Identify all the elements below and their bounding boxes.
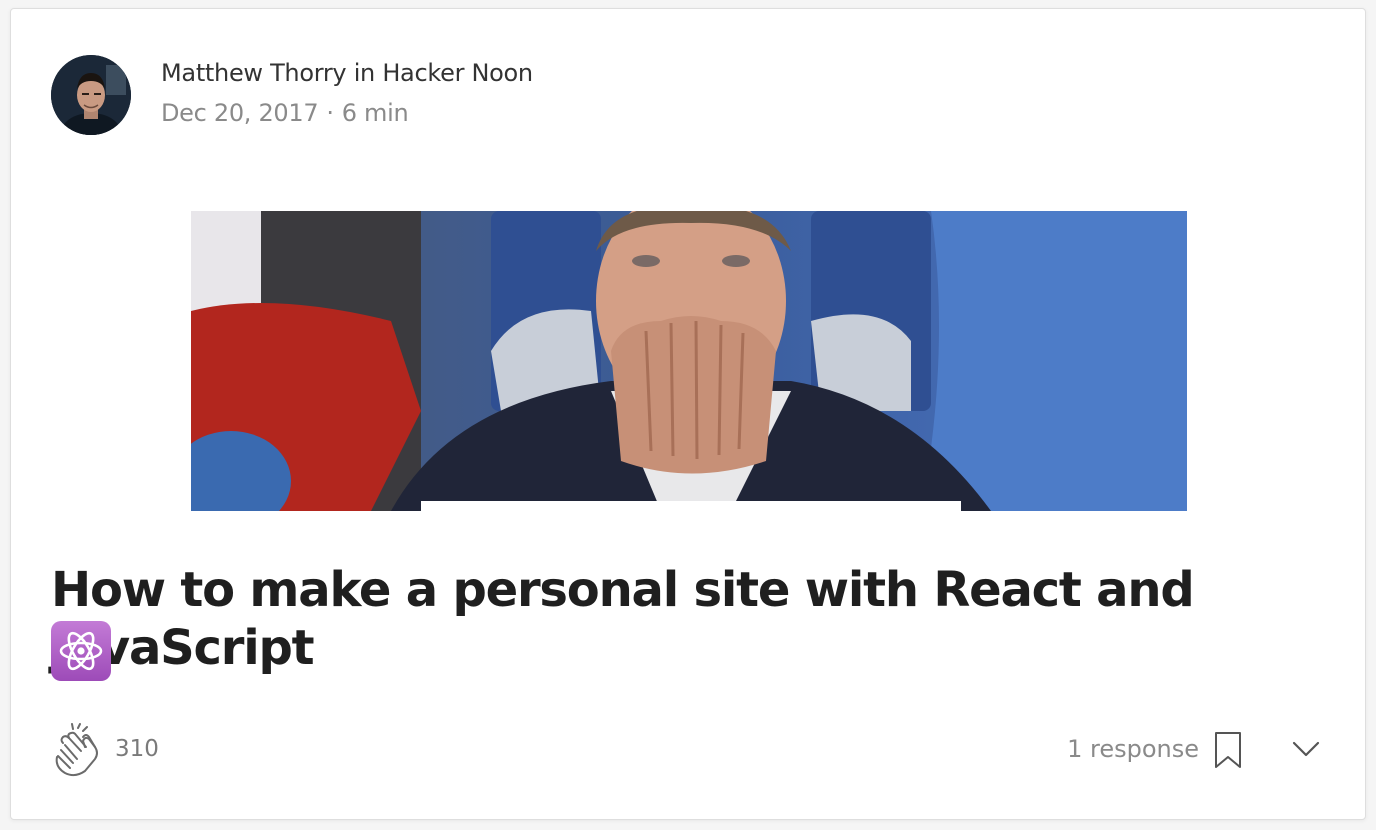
avatar-photo-icon [51,55,131,135]
clap-button[interactable] [51,723,103,777]
date-line: Dec 20, 2017 · 6 min [161,97,533,129]
in-word: in [353,59,376,87]
author-avatar[interactable] [51,55,131,135]
read-time: 6 min [341,99,409,127]
post-meta: Matthew Thorry in Hacker Noon Dec 20, 20… [161,57,533,129]
post-footer: 310 1 response [51,721,1321,781]
hero-gif-image [191,211,1187,511]
post-title[interactable]: How to make a personal site with React a… [51,561,1331,677]
chevron-down-icon [1292,741,1320,757]
author-name[interactable]: Matthew Thorry [161,59,347,87]
author-line: Matthew Thorry in Hacker Noon [161,57,533,89]
post-date[interactable]: Dec 20, 2017 [161,99,319,127]
publication-name[interactable]: Hacker Noon [382,59,533,87]
more-options-button[interactable] [1291,737,1321,761]
clap-hands-icon [55,723,98,777]
clap-count: 310 [115,736,159,762]
atom-symbol-icon [51,621,111,681]
bookmark-icon [1215,732,1241,768]
meta-separator: · [326,99,334,127]
post-card[interactable]: Matthew Thorry in Hacker Noon Dec 20, 20… [10,8,1366,820]
hero-image[interactable] [191,211,1187,511]
responses-link[interactable]: 1 response [1067,733,1199,765]
bookmark-button[interactable] [1213,731,1243,769]
